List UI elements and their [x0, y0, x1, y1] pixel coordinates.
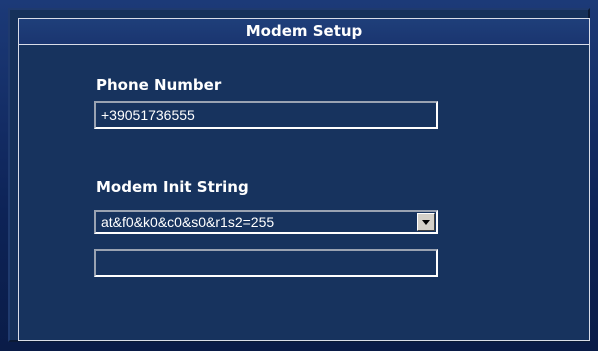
modem-init-string-input[interactable] [94, 249, 438, 277]
modem-init-string-label: Modem Init String [96, 178, 249, 196]
phone-number-label: Phone Number [96, 76, 222, 94]
modem-init-string-value: at&f0&k0&c0&s0&r1s2=255 [101, 214, 275, 230]
modem-init-string-dropdown[interactable]: at&f0&k0&c0&s0&r1s2=255 [94, 210, 438, 234]
phone-number-input[interactable]: +39051736555 [94, 101, 438, 129]
group-title: Modem Setup [18, 18, 590, 45]
chevron-down-icon [422, 220, 430, 225]
dropdown-button[interactable] [417, 213, 435, 231]
